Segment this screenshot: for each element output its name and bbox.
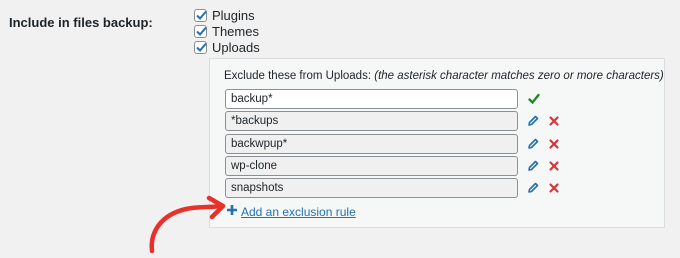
- themes-label: Themes: [212, 23, 259, 39]
- pencil-icon[interactable]: [526, 114, 540, 128]
- themes-checkbox[interactable]: [194, 24, 207, 38]
- uploads-label: Uploads: [212, 39, 260, 55]
- option-uploads[interactable]: Uploads: [194, 39, 260, 55]
- checkmark-icon: [196, 10, 207, 20]
- exclusion-rule-input[interactable]: backup*: [225, 89, 518, 109]
- x-icon[interactable]: [547, 159, 561, 173]
- pencil-icon[interactable]: [526, 181, 540, 195]
- option-plugins[interactable]: Plugins: [194, 7, 260, 23]
- confirm-icon[interactable]: [527, 92, 541, 106]
- exclusions-heading: Exclude these from Uploads: (the asteris…: [224, 70, 664, 82]
- exclusions-panel: Exclude these from Uploads: (the asteris…: [209, 58, 665, 228]
- x-icon[interactable]: [547, 181, 561, 195]
- exclusion-rule: *backups: [225, 111, 518, 131]
- option-themes[interactable]: Themes: [194, 23, 260, 39]
- exclusion-rule: snapshots: [225, 178, 518, 198]
- checkmark-icon: [196, 42, 207, 52]
- checkmark-icon: [196, 26, 207, 36]
- pencil-icon[interactable]: [526, 159, 540, 173]
- x-icon[interactable]: [547, 114, 561, 128]
- exclusions-note: (the asterisk character matches zero or …: [374, 70, 664, 82]
- x-icon[interactable]: [547, 137, 561, 151]
- uploads-checkbox[interactable]: [194, 40, 207, 54]
- add-exclusion-rule-link[interactable]: Add an exclusion rule: [226, 203, 356, 221]
- plugins-checkbox[interactable]: [194, 8, 207, 22]
- include-files-label: Include in files backup:: [9, 15, 153, 30]
- add-exclusion-rule-label: Add an exclusion rule: [241, 205, 356, 219]
- exclusions-title: Exclude these from Uploads:: [224, 70, 372, 82]
- exclusion-rule: wp-clone: [225, 156, 518, 176]
- exclusion-rule: backwpup*: [225, 134, 518, 154]
- include-options: Plugins Themes Uploads: [194, 7, 260, 55]
- plugins-label: Plugins: [212, 7, 255, 23]
- pencil-icon[interactable]: [526, 137, 540, 151]
- annotation-arrow-icon: [149, 195, 226, 254]
